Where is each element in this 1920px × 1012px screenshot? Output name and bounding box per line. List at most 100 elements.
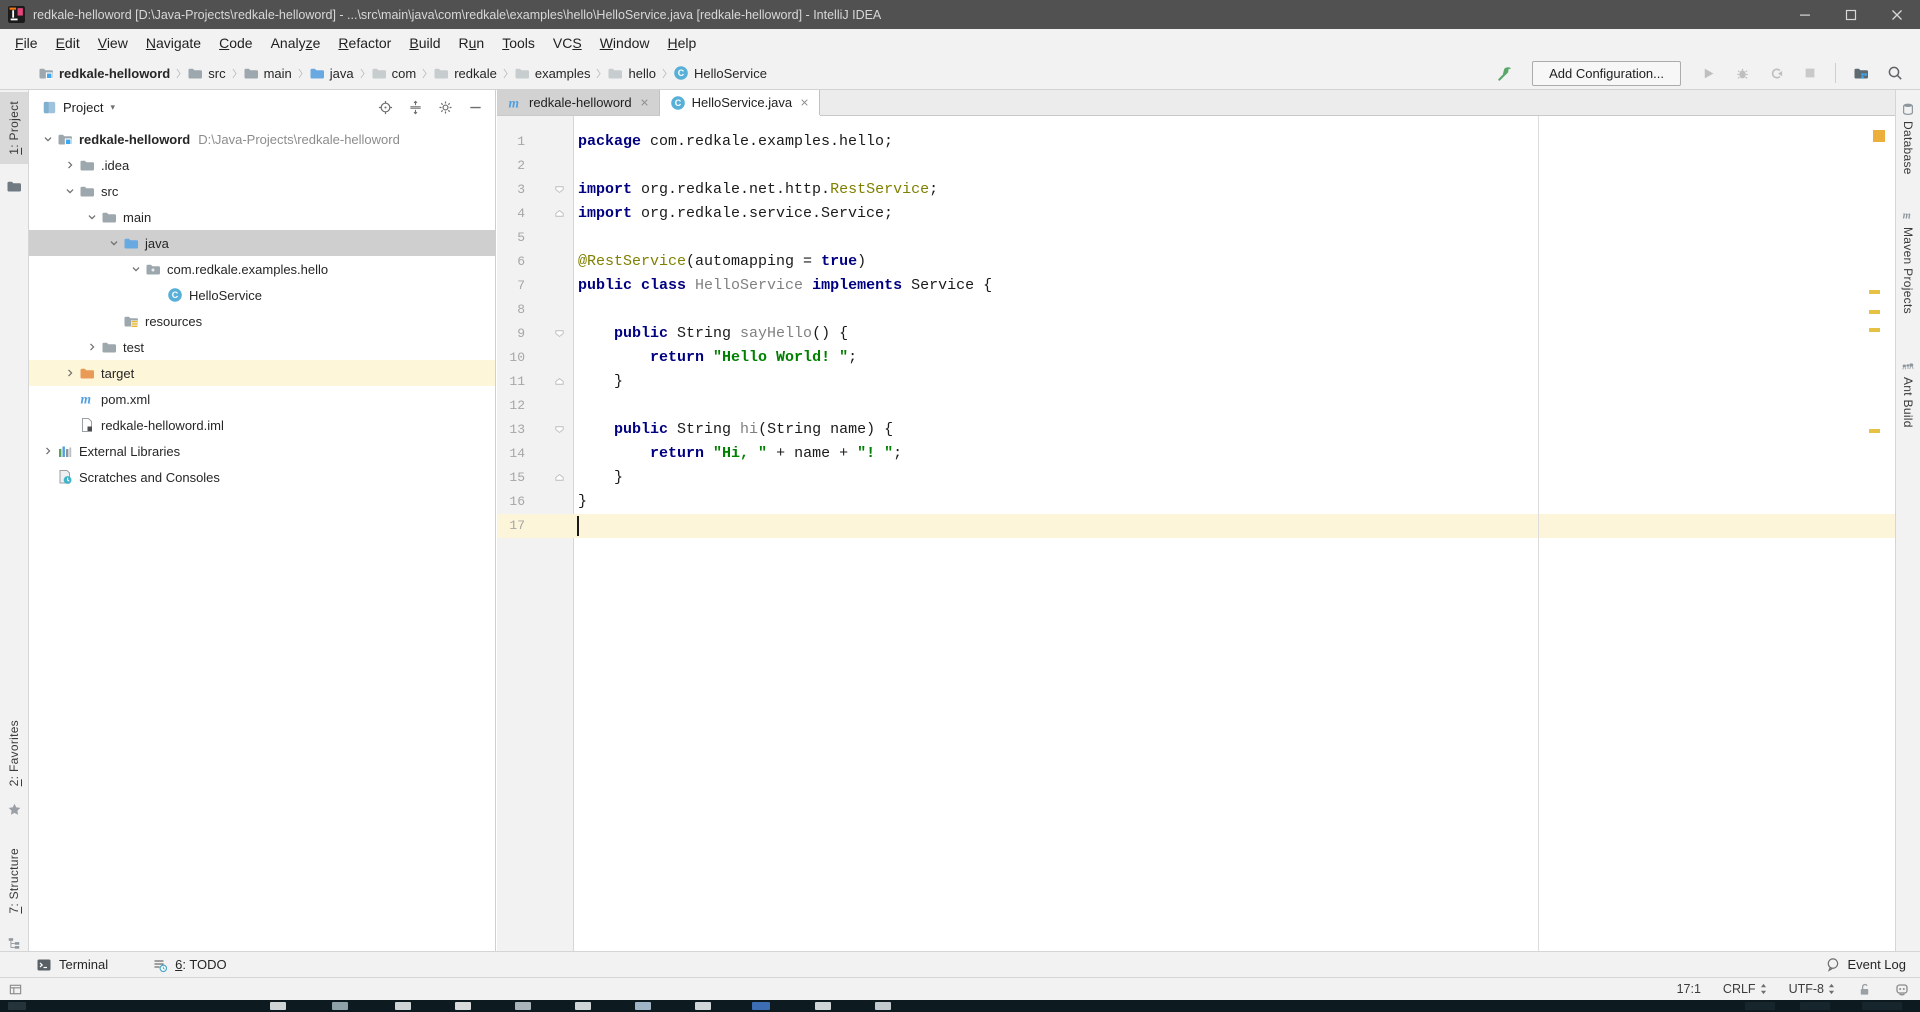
menu-edit[interactable]: Edit [47,32,89,54]
todo-button[interactable]: 6: TODO [152,957,227,973]
tree-item-main[interactable]: main [29,204,495,230]
code-line-8[interactable]: 8 [497,298,1895,322]
menu-run[interactable]: Run [450,32,494,54]
fold-marker-icon[interactable] [554,376,565,387]
inspection-status-square[interactable] [1873,130,1885,142]
warning-stripe-mark[interactable] [1869,429,1880,433]
terminal-button[interactable]: Terminal [36,957,108,973]
run-configurations-dropdown[interactable]: Add Configuration... [1532,61,1681,86]
chevron-down-icon[interactable] [39,132,57,146]
tool-stripe-structure-button[interactable]: 7: Structure [0,848,28,914]
code-line-9[interactable]: 9 public String sayHello() { [497,322,1895,346]
chevron-right-icon[interactable] [83,340,101,354]
gear-icon[interactable] [438,100,453,115]
chevron-down-icon[interactable] [105,236,123,250]
fold-marker-icon[interactable] [554,472,565,483]
breadcrumb-item-helloservice[interactable]: CHelloService [671,63,769,83]
tool-stripe-project-button[interactable]: 1: Project [0,92,28,164]
chevron-down-icon[interactable] [127,262,145,276]
menu-window[interactable]: Window [591,32,659,54]
tree-item-scratches-and-consoles[interactable]: Scratches and Consoles [29,464,495,490]
breadcrumb-item-src[interactable]: src [185,63,227,83]
breadcrumb-item-examples[interactable]: examples [512,63,593,83]
tree-item--idea[interactable]: .idea [29,152,495,178]
code-line-1[interactable]: 1package com.redkale.examples.hello; [497,130,1895,154]
run-button[interactable] [1695,61,1721,85]
menu-help[interactable]: Help [659,32,706,54]
chevron-right-icon[interactable] [61,366,79,380]
code-line-15[interactable]: 15 } [497,466,1895,490]
code-line-7[interactable]: 7public class HelloService implements Se… [497,274,1895,298]
code-line-12[interactable]: 12 [497,394,1895,418]
project-panel-title[interactable]: Project [63,100,103,115]
menu-navigate[interactable]: Navigate [137,32,210,54]
chevron-down-icon[interactable]: ▾ [110,102,115,113]
unlock-icon[interactable] [1857,982,1872,997]
tree-item-external-libraries[interactable]: External Libraries [29,438,495,464]
tree-item-redkale-helloword-iml[interactable]: redkale-helloword.iml [29,412,495,438]
line-ending-selector[interactable]: CRLF [1723,982,1767,996]
code-line-14[interactable]: 14 return "Hi, " + name + "! "; [497,442,1895,466]
fold-marker-icon[interactable] [554,208,565,219]
debug-button[interactable] [1729,61,1755,85]
collapse-all-icon[interactable] [408,100,423,115]
maximize-button[interactable] [1828,0,1874,29]
breadcrumb-item-com[interactable]: com [369,63,419,83]
encoding-selector[interactable]: UTF-8 [1789,982,1835,996]
breadcrumb-item-redkale-helloword[interactable]: redkale-helloword [36,63,172,83]
code-line-6[interactable]: 6@RestService(automapping = true) [497,250,1895,274]
tree-item-com-redkale-examples-hello[interactable]: com.redkale.examples.hello [29,256,495,282]
warning-stripe-mark[interactable] [1869,310,1880,314]
tree-item-resources[interactable]: resources [29,308,495,334]
code-line-10[interactable]: 10 return "Hello World! "; [497,346,1895,370]
tool-stripe-favorites-button[interactable]: 2: Favorites [0,720,28,786]
code-line-16[interactable]: 16} [497,490,1895,514]
coverage-button[interactable] [1763,61,1789,85]
menu-vcs[interactable]: VCS [544,32,591,54]
menu-code[interactable]: Code [210,32,261,54]
breadcrumb-item-redkale[interactable]: redkale [431,63,499,83]
editor-tab-redkale-helloword[interactable]: mredkale-helloword [497,90,660,115]
close-tab-icon[interactable] [800,98,809,107]
project-structure-button[interactable] [1848,61,1874,85]
fold-marker-icon[interactable] [554,328,565,339]
warning-stripe-mark[interactable] [1869,290,1880,294]
inspections-hector-icon[interactable] [1894,981,1910,997]
fold-marker-icon[interactable] [554,184,565,195]
menu-view[interactable]: View [89,32,137,54]
tree-item-java[interactable]: java [29,230,495,256]
search-everywhere-button[interactable] [1882,61,1908,85]
chevron-down-icon[interactable] [83,210,101,224]
tree-item-src[interactable]: src [29,178,495,204]
warning-stripe-mark[interactable] [1869,328,1880,332]
code-line-11[interactable]: 11 } [497,370,1895,394]
tool-stripe-ant-build-button[interactable]: Ant Build [1896,358,1920,428]
breadcrumb-item-hello[interactable]: hello [605,63,657,83]
breadcrumb-item-main[interactable]: main [241,63,294,83]
tree-item-target[interactable]: target [29,360,495,386]
locate-icon[interactable] [378,100,393,115]
menu-analyze[interactable]: Analyze [262,32,330,54]
title-bar[interactable]: redkale-helloword [D:\Java-Projects\redk… [0,0,1920,29]
tool-stripe-database-button[interactable]: Database [1896,102,1920,175]
hide-panel-icon[interactable] [468,100,483,115]
code-editor[interactable]: 1package com.redkale.examples.hello;23im… [497,116,1895,951]
chevron-right-icon[interactable] [61,158,79,172]
menu-refactor[interactable]: Refactor [329,32,400,54]
code-line-4[interactable]: 4import org.redkale.service.Service; [497,202,1895,226]
chevron-down-icon[interactable] [61,184,79,198]
breadcrumb-item-java[interactable]: java [307,63,356,83]
tree-item-helloservice[interactable]: CHelloService [29,282,495,308]
minimize-button[interactable] [1782,0,1828,29]
caret-position[interactable]: 17:1 [1677,982,1701,996]
tool-stripe-maven-projects-button[interactable]: mMaven Projects [1896,208,1920,314]
code-line-2[interactable]: 2 [497,154,1895,178]
code-line-3[interactable]: 3import org.redkale.net.http.RestService… [497,178,1895,202]
build-project-button[interactable] [1492,61,1518,85]
code-line-13[interactable]: 13 public String hi(String name) { [497,418,1895,442]
tree-item-redkale-helloword[interactable]: redkale-hellowordD:\Java-Projects\redkal… [29,126,495,152]
fold-marker-icon[interactable] [554,424,565,435]
menu-file[interactable]: File [6,32,47,54]
close-button[interactable] [1874,0,1920,29]
menu-build[interactable]: Build [400,32,449,54]
